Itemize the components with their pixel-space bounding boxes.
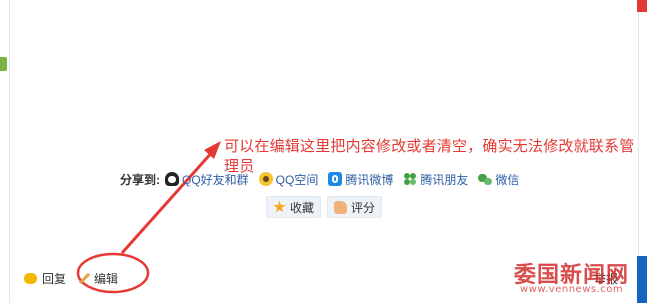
share-label: 分享到: bbox=[120, 172, 160, 187]
share-wechat[interactable]: 微信 bbox=[478, 171, 519, 188]
qzone-icon bbox=[258, 172, 273, 186]
pencil-icon bbox=[78, 273, 90, 285]
star-icon bbox=[273, 200, 286, 213]
reply-button[interactable]: 回复 bbox=[24, 270, 66, 287]
right-divider bbox=[638, 0, 639, 258]
top-right-tab[interactable] bbox=[637, 0, 647, 12]
share-qzone[interactable]: QQ空间 bbox=[258, 171, 318, 188]
tencent-weibo-icon bbox=[328, 172, 343, 186]
edit-button[interactable]: 编辑 bbox=[78, 270, 118, 287]
rate-button[interactable]: 评分 bbox=[327, 196, 383, 218]
back-to-top-tab[interactable] bbox=[637, 256, 647, 303]
wechat-icon bbox=[478, 172, 493, 186]
share-tencent-friends[interactable]: 腾讯朋友 bbox=[403, 171, 468, 188]
share-qq-friends[interactable]: QQ好友和群 bbox=[165, 171, 249, 188]
side-collapse-tab[interactable] bbox=[0, 57, 7, 71]
post-footer-actions: 回复 编辑 bbox=[24, 270, 130, 287]
tencent-friends-icon bbox=[403, 172, 417, 186]
left-divider bbox=[9, 0, 10, 303]
qq-icon bbox=[165, 172, 179, 186]
favorite-button[interactable]: 收藏 bbox=[266, 196, 322, 218]
thumbs-up-icon bbox=[334, 200, 348, 214]
watermark-url: www.vennews.com bbox=[520, 284, 624, 295]
reply-bubble-icon bbox=[24, 273, 37, 284]
share-tencent-weibo[interactable]: 腾讯微博 bbox=[328, 171, 393, 188]
share-bar: 分享到: QQ好友和群 QQ空间 腾讯微博 腾讯朋友 微信 bbox=[120, 171, 529, 187]
post-action-buttons: 收藏 评分 bbox=[266, 196, 388, 218]
